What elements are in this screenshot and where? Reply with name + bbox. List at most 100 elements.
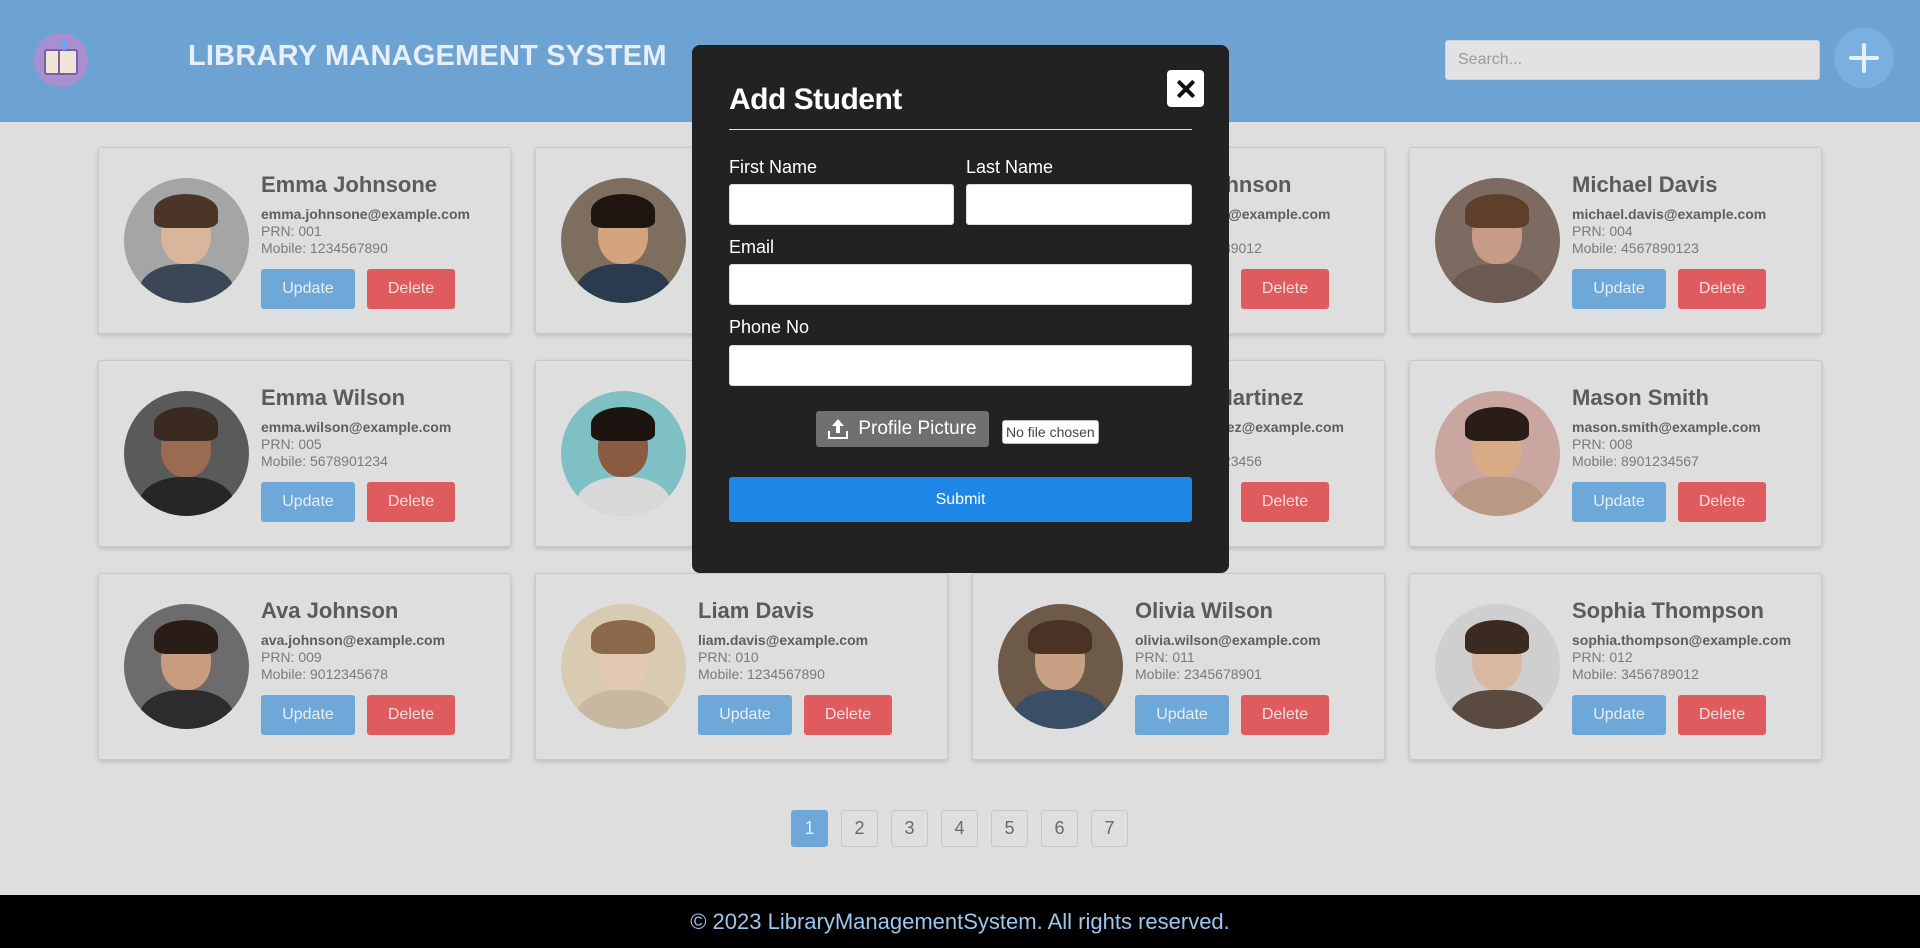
page-button-7[interactable]: 7 [1091,810,1128,847]
update-button[interactable]: Update [1572,482,1666,522]
student-card: Liam Davis liam.davis@example.com PRN: 010… [535,573,948,760]
student-mobile: Mobile: 4567890123 [1572,240,1699,256]
student-card: Emma Johnsone emma.johnsone@example.com PR… [98,147,511,334]
update-button[interactable]: Update [1572,695,1666,735]
student-card: Sophia Thompson sophia.thompson@example.c… [1409,573,1822,760]
student-card: Michael Davis michael.davis@example.com PR… [1409,147,1822,334]
first-name-label: First Name [729,157,818,177]
student-email: liam.davis@example.com [698,632,869,648]
phone-field[interactable] [729,345,1192,386]
student-prn: PRN: 009 [261,649,322,665]
avatar [561,178,686,303]
pagination: 1234567 [791,810,1128,847]
page-button-6[interactable]: 6 [1041,810,1078,847]
phone-label: Phone No [729,317,810,337]
update-button[interactable]: Update [698,695,792,735]
page-button-3[interactable]: 3 [891,810,928,847]
delete-button[interactable]: Delete [367,269,455,309]
footer-text: © 2023 LibraryManagementSystem. All righ… [690,908,1230,934]
student-mobile: Mobile: 3456789012 [1572,666,1699,682]
student-card: Mason Smith mason.smith@example.com PRN: 0… [1409,360,1822,547]
student-email: ava.johnson@example.com [261,632,446,648]
student-mobile: Mobile: 1234567890 [698,666,825,682]
delete-button[interactable]: Delete [1678,269,1766,309]
avatar [1435,178,1560,303]
add-student-modal: Add Student First Name Last Name Email P… [692,45,1229,573]
avatar [124,178,249,303]
avatar [561,391,686,516]
last-name-label: Last Name [966,157,1054,177]
avatar [998,604,1123,729]
student-name: Michael Davis [1572,172,1718,197]
student-card: Olivia Wilson olivia.wilson@example.com PR… [972,573,1385,760]
student-email: sophia.thompson@example.com [1572,632,1792,648]
delete-button[interactable]: Delete [367,482,455,522]
modal-divider [729,129,1192,130]
avatar [1435,604,1560,729]
student-name: Sophia Thompson [1572,598,1764,623]
submit-button[interactable]: Submit [729,477,1192,522]
add-student-button[interactable] [1834,28,1894,88]
search-input[interactable] [1445,40,1820,80]
student-prn: PRN: 010 [698,649,759,665]
email-label: Email [729,237,775,257]
plus-icon [1849,43,1879,73]
page-button-5[interactable]: 5 [991,810,1028,847]
delete-button[interactable]: Delete [1241,269,1329,309]
student-name: Ava Johnson [261,598,399,623]
delete-button[interactable]: Delete [1241,695,1329,735]
close-icon [1177,80,1195,98]
delete-button[interactable]: Delete [1678,695,1766,735]
page-button-1[interactable]: 1 [791,810,828,847]
delete-button[interactable]: Delete [367,695,455,735]
student-prn: PRN: 012 [1572,649,1633,665]
update-button[interactable]: Update [261,695,355,735]
close-button[interactable] [1167,70,1204,107]
student-name: Liam Davis [698,598,815,623]
student-card: Ava Johnson ava.johnson@example.com PRN: 0… [98,573,511,760]
update-button[interactable]: Update [261,482,355,522]
student-mobile: Mobile: 8901234567 [1572,453,1699,469]
page-button-4[interactable]: 4 [941,810,978,847]
avatar [561,604,686,729]
student-name: Emma Wilson [261,385,406,410]
student-mobile: Mobile: 1234567890 [261,240,388,256]
update-button[interactable]: Update [261,269,355,309]
student-prn: PRN: 001 [261,223,322,239]
avatar [124,604,249,729]
student-prn: PRN: 005 [261,436,322,452]
update-button[interactable]: Update [1135,695,1229,735]
first-name-field[interactable] [729,184,954,225]
delete-button[interactable]: Delete [1678,482,1766,522]
profile-picture-button[interactable]: Profile Picture [816,411,989,447]
book-icon[interactable] [34,33,88,87]
student-email: emma.wilson@example.com [261,419,452,435]
upload-icon [828,419,849,439]
student-email: olivia.wilson@example.com [1135,632,1321,648]
footer: © 2023 LibraryManagementSystem. All righ… [0,895,1920,948]
student-name: Olivia Wilson [1135,598,1273,623]
student-name: Emma Johnsone [261,172,438,197]
delete-button[interactable]: Delete [1241,482,1329,522]
student-card: Emma Wilson emma.wilson@example.com PRN: 0… [98,360,511,547]
student-mobile: Mobile: 9012345678 [261,666,388,682]
last-name-field[interactable] [966,184,1192,225]
update-button[interactable]: Update [1572,269,1666,309]
student-prn: PRN: 004 [1572,223,1633,239]
modal-title: Add Student [729,83,902,116]
avatar [124,391,249,516]
file-status[interactable]: No file chosen [1002,420,1099,444]
student-mobile: Mobile: 5678901234 [261,453,388,469]
delete-button[interactable]: Delete [804,695,892,735]
avatar [1435,391,1560,516]
student-prn: PRN: 011 [1135,649,1195,665]
student-email: mason.smith@example.com [1572,419,1761,435]
student-prn: PRN: 008 [1572,436,1633,452]
email-field[interactable] [729,264,1192,305]
student-name: Mason Smith [1572,385,1709,410]
page-button-2[interactable]: 2 [841,810,878,847]
student-email: michael.davis@example.com [1572,206,1767,222]
student-mobile: Mobile: 2345678901 [1135,666,1262,682]
app-title: LIBRARY MANAGEMENT SYSTEM [188,40,667,72]
profile-picture-label: Profile Picture [858,418,977,439]
